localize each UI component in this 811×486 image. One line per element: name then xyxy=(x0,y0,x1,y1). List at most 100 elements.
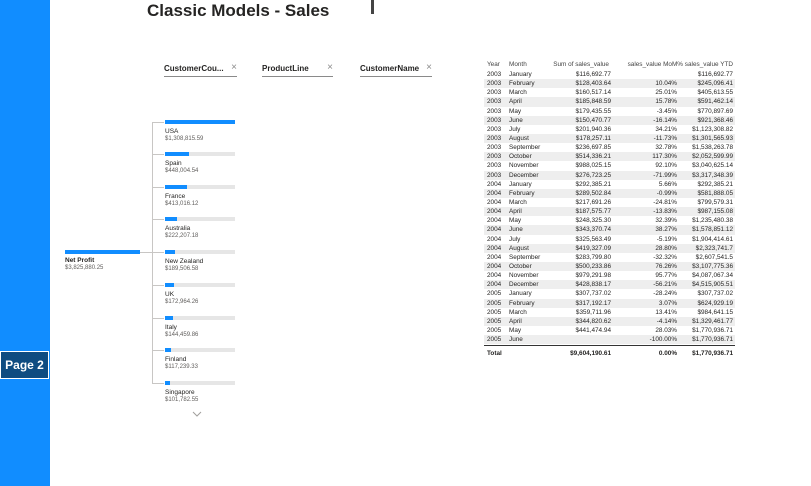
table-row[interactable]: 2005 June -100.00% $1,770,936.71 xyxy=(484,335,735,345)
cell-mom: -32.32% xyxy=(653,253,677,261)
tree-connector xyxy=(152,187,164,188)
cell-sales-value: $236,697.85 xyxy=(575,144,611,152)
cell-month: April xyxy=(509,98,522,106)
tree-root-node[interactable]: Net Profit $3,825,880.25 xyxy=(65,250,140,271)
node-bar-track xyxy=(165,152,235,156)
cell-month: May xyxy=(509,326,522,334)
cell-year: 2003 xyxy=(487,80,502,88)
cell-sales-value: $441,474.94 xyxy=(575,326,611,334)
cell-month: June xyxy=(509,116,523,124)
table-row[interactable]: 2004 May $248,325.30 32.39% $1,235,480.38 xyxy=(484,216,735,225)
table-row[interactable]: 2003 July $201,940.36 34.21% $1,123,308.82 xyxy=(484,125,735,134)
node-label: USA xyxy=(165,128,179,135)
cell-ytd: $1,123,308.82 xyxy=(692,125,733,133)
tree-connector xyxy=(152,122,164,123)
table-row[interactable]: 2005 March $359,711.96 13.41% $984,641.15 xyxy=(484,308,735,317)
table-row[interactable]: 2004 September $283,799.80 -32.32% $2,607,54… xyxy=(484,253,735,262)
close-icon[interactable]: × xyxy=(231,62,237,73)
tree-child-node[interactable]: France $413,016.12 xyxy=(165,185,235,207)
cell-year: 2005 xyxy=(487,308,502,316)
node-label: Finland xyxy=(165,356,187,363)
tree-child-node[interactable]: Singapore $101,782.55 xyxy=(165,381,235,403)
table-row[interactable]: 2004 June $343,370.74 38.27% $1,578,851.12 xyxy=(484,225,735,235)
cell-mom: 32.78% xyxy=(655,144,677,152)
cell-month: September xyxy=(509,144,541,152)
cell-mom: -13.83% xyxy=(653,208,677,216)
cell-year: 2003 xyxy=(487,134,502,142)
cell-ytd: $984,641.15 xyxy=(697,308,733,316)
table-row[interactable]: 2004 November $979,291.98 95.77% $4,087,067.… xyxy=(484,271,735,280)
cell-month: June xyxy=(509,336,523,344)
node-value: $222,207.18 xyxy=(165,233,199,239)
cell-year: 2004 xyxy=(487,244,502,252)
column-header-sales-value[interactable]: Sum of sales_value xyxy=(553,61,609,68)
tree-child-node[interactable]: USA $1,308,815.59 xyxy=(165,120,235,142)
table-row[interactable]: 2003 September $236,697.85 32.78% $1,538,263… xyxy=(484,143,735,152)
close-icon[interactable]: × xyxy=(327,62,333,73)
table-row[interactable]: 2003 August $178,257.11 -11.73% $1,301,565.9… xyxy=(484,133,735,144)
cell-mom: 34.21% xyxy=(655,125,677,133)
table-row[interactable]: 2005 April $344,820.62 -4.14% $1,329,461.77 xyxy=(484,316,735,326)
tree-level-header-customer-name[interactable]: CustomerName × xyxy=(360,62,432,77)
table-row[interactable]: 2003 June $150,470.77 -16.14% $921,368.46 xyxy=(484,115,735,125)
table-row[interactable]: 2005 May $441,474.94 28.03% $1,770,936.71 xyxy=(484,326,735,335)
node-bar-fill xyxy=(165,381,171,385)
table-row[interactable]: 2004 July $325,563.49 -5.19% $1,904,414.61 xyxy=(484,235,735,244)
cell-month: November xyxy=(509,162,539,170)
tree-child-node[interactable]: Finland $117,239.33 xyxy=(165,348,235,370)
column-header-month[interactable]: Month xyxy=(509,61,527,68)
close-icon[interactable]: × xyxy=(426,62,432,73)
tree-connector xyxy=(152,219,164,220)
tree-level-header-product-line[interactable]: ProductLine × xyxy=(262,62,333,77)
cell-year: 2003 xyxy=(487,171,502,179)
table-row[interactable]: 2003 March $160,517.14 25.01% $405,613.55 xyxy=(484,88,735,97)
cell-mom: -100.00% xyxy=(649,336,677,344)
node-label: UK xyxy=(165,291,175,298)
table-row[interactable]: 2005 January $307,737.02 -28.24% $307,737.02 xyxy=(484,289,735,298)
table-row[interactable]: 2004 March $217,691.26 -24.81% $799,579.31 xyxy=(484,198,735,207)
column-header-year[interactable]: Year xyxy=(487,61,500,68)
cell-month: May xyxy=(509,107,522,115)
column-header-ytd[interactable]: sales_value YTD xyxy=(685,61,733,68)
table-row[interactable]: 2003 December $276,723.25 -71.99% $3,317,348… xyxy=(484,170,735,180)
cell-month: December xyxy=(509,281,539,289)
cell-month: November xyxy=(509,272,539,280)
cell-ytd: $2,052,599.99 xyxy=(692,153,733,161)
cell-sales-value: $428,838.17 xyxy=(575,281,611,289)
chevron-down-icon[interactable] xyxy=(192,409,202,419)
column-header-mom[interactable]: sales_value MoM% xyxy=(628,61,683,68)
cell-mom: -4.14% xyxy=(656,317,677,325)
cell-month: February xyxy=(509,189,535,197)
cell-sales-value: $187,575.77 xyxy=(575,208,611,216)
node-bar-fill xyxy=(165,316,173,320)
node-bar-fill xyxy=(65,250,140,254)
cell-mom: -16.14% xyxy=(653,116,677,124)
table-row[interactable]: 2004 January $292,385.21 5.66% $292,385.21 xyxy=(484,180,735,189)
cell-year: 2005 xyxy=(487,317,502,325)
cell-month: June xyxy=(509,226,523,234)
tree-child-node[interactable]: Spain $448,004.54 xyxy=(165,152,235,174)
table-row[interactable]: 2004 February $289,502.84 -0.99% $581,888.05 xyxy=(484,188,735,198)
page-tab-page-2[interactable]: Page 2 xyxy=(0,351,49,379)
table-row[interactable]: 2004 October $500,233.86 76.26% $3,107,775.3… xyxy=(484,261,735,272)
cell-ytd: $770,897.69 xyxy=(697,107,733,115)
table-row[interactable]: 2003 October $514,336.21 117.30% $2,052,599.… xyxy=(484,152,735,162)
tree-child-node[interactable]: Australia $222,207.18 xyxy=(165,217,235,239)
table-row[interactable]: 2004 August $419,327.09 28.80% $2,323,741.7 xyxy=(484,243,735,253)
table-row[interactable]: 2003 April $185,848.59 15.78% $591,462.14 xyxy=(484,97,735,107)
table-row[interactable]: 2003 May $179,435.55 -3.45% $770,897.69 xyxy=(484,107,735,116)
table-row[interactable]: 2003 November $988,025.15 92.10% $3,040,625.… xyxy=(484,161,735,170)
cell-sales-value: $179,435.55 xyxy=(575,107,611,115)
tree-child-node[interactable]: Italy $144,459.86 xyxy=(165,316,235,338)
table-row[interactable]: 2003 February $128,403.64 10.04% $245,096.41 xyxy=(484,79,735,89)
table-row[interactable]: 2005 February $317,192.17 3.07% $624,929.19 xyxy=(484,298,735,308)
tree-level-header-customer-country[interactable]: CustomerCou... × xyxy=(164,62,237,77)
table-row[interactable]: 2003 January $116,692.77 $116,692.77 xyxy=(484,70,735,79)
table-row[interactable]: 2004 December $428,838.17 -56.21% $4,515,905… xyxy=(484,280,735,290)
node-value: $448,004.54 xyxy=(165,168,199,174)
tree-child-node[interactable]: New Zealand $189,506.58 xyxy=(165,250,235,272)
tree-child-node[interactable]: UK $172,964.26 xyxy=(165,283,235,305)
cell-sales-value: $276,723.25 xyxy=(575,171,611,179)
table-row[interactable]: 2004 April $187,575.77 -13.83% $987,155.08 xyxy=(484,207,735,217)
cell-mom: 92.10% xyxy=(655,162,677,170)
